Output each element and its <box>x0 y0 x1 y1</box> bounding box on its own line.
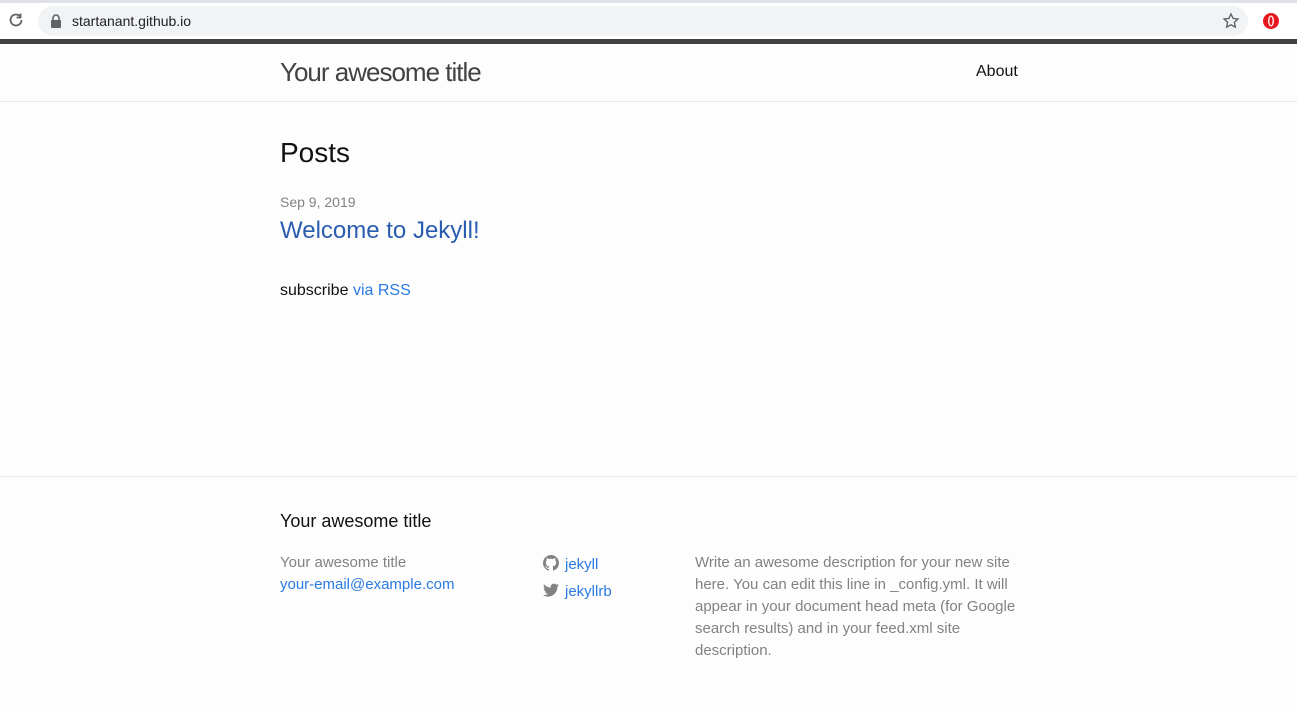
lock-icon <box>51 14 61 28</box>
site-header: Your awesome title About <box>0 44 1297 102</box>
github-link[interactable]: jekyll <box>565 556 598 573</box>
rss-link[interactable]: via RSS <box>353 282 411 299</box>
footer-contact: Your awesome title your-email@example.co… <box>280 552 454 596</box>
site-footer: Your awesome title Your awesome title yo… <box>0 476 1297 712</box>
tab-strip-edge <box>0 0 1297 3</box>
footer-heading: Your awesome title <box>280 511 432 531</box>
footer-social: jekyll jekyllrb <box>543 551 612 605</box>
opera-extension-icon[interactable] <box>1262 12 1280 30</box>
twitter-link[interactable]: jekyllrb <box>565 583 612 600</box>
bookmark-star-icon[interactable] <box>1222 12 1240 30</box>
github-icon <box>543 555 559 571</box>
footer-site-name: Your awesome title <box>280 554 407 571</box>
subscribe-text: subscribe <box>280 282 349 299</box>
post-title-link[interactable]: Welcome to Jekyll! <box>280 217 480 245</box>
address-bar[interactable]: startanant.github.io <box>38 6 1248 36</box>
nav-link-about[interactable]: About <box>976 63 1018 81</box>
address-url[interactable]: startanant.github.io <box>72 13 191 29</box>
browser-toolbar: startanant.github.io <box>0 0 1297 39</box>
twitter-icon <box>543 583 559 597</box>
footer-email-link[interactable]: your-email@example.com <box>280 574 454 596</box>
posts-heading: Posts <box>280 137 351 168</box>
reload-icon[interactable] <box>7 11 25 29</box>
social-twitter[interactable]: jekyllrb <box>543 578 612 605</box>
social-github[interactable]: jekyll <box>543 551 612 578</box>
subscribe-line: subscribe via RSS <box>280 282 411 300</box>
post-date: Sep 9, 2019 <box>280 194 356 210</box>
site-title-link[interactable]: Your awesome title <box>280 57 482 88</box>
footer-description: Write an awesome description for your ne… <box>695 554 1016 659</box>
